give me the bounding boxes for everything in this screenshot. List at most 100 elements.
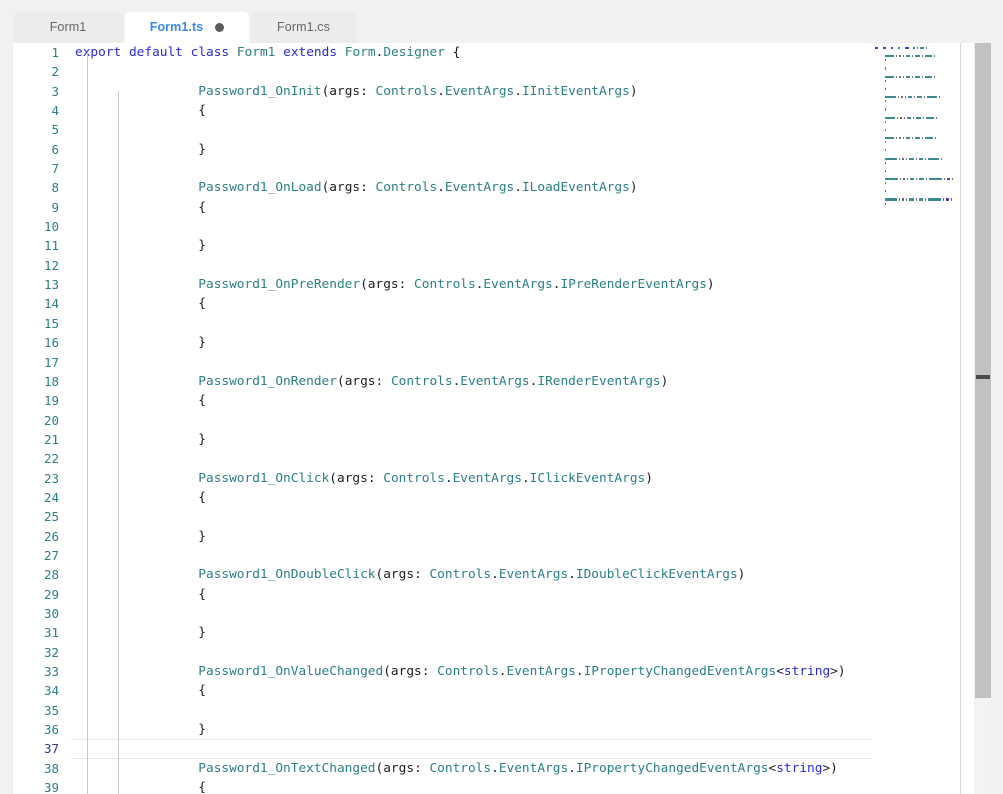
code-token: (: [360, 277, 368, 292]
minimap[interactable]: [871, 43, 974, 794]
code-token: string: [784, 664, 830, 679]
code-indent: [75, 393, 198, 408]
code-line[interactable]: [71, 449, 916, 468]
minimap-token: [885, 121, 886, 123]
minimap-token: [900, 178, 901, 180]
code-token: .: [514, 180, 522, 195]
code-line[interactable]: [71, 217, 916, 236]
code-content-area[interactable]: export default class Form1 extends Form.…: [71, 43, 916, 794]
code-line[interactable]: [71, 62, 916, 81]
code-line[interactable]: Password1_OnDoubleClick(args: Controls.E…: [71, 565, 916, 584]
code-line[interactable]: Password1_OnInit(args: Controls.EventArg…: [71, 82, 916, 101]
code-token: Password1_OnValueChanged: [198, 664, 383, 679]
code-line[interactable]: }: [71, 430, 916, 449]
minimap-token: [885, 100, 886, 102]
code-token: Password1_OnInit: [198, 84, 321, 99]
minimap-line: [875, 202, 973, 206]
code-line[interactable]: [71, 411, 916, 430]
code-line[interactable]: {: [71, 488, 916, 507]
code-token: Controls: [391, 374, 453, 389]
code-indent: [75, 606, 198, 621]
code-indent: [75, 664, 198, 679]
code-indent: [75, 296, 198, 311]
minimap-token: [941, 158, 942, 160]
unsaved-changes-dot-icon[interactable]: [215, 23, 224, 32]
code-line[interactable]: }: [71, 720, 916, 739]
code-line[interactable]: [71, 120, 916, 139]
code-line[interactable]: Password1_OnClick(args: Controls.EventAr…: [71, 469, 916, 488]
code-line[interactable]: Password1_OnTextChanged(args: Controls.E…: [71, 759, 916, 778]
minimap-token: [917, 47, 918, 49]
vertical-scrollbar-thumb[interactable]: [975, 43, 991, 698]
minimap-indent: [875, 129, 883, 130]
code-token: :: [422, 664, 437, 679]
minimap-token: [925, 158, 926, 160]
line-number: 6: [13, 140, 71, 159]
code-token: {: [445, 45, 460, 60]
minimap-space: [888, 48, 889, 49]
code-line[interactable]: [71, 604, 916, 623]
code-token: [275, 45, 283, 60]
minimap-token: [927, 96, 937, 98]
minimap-token: [885, 158, 897, 160]
minimap-indent: [875, 105, 883, 106]
minimap-token: [916, 158, 917, 160]
minimap-token: [916, 198, 917, 200]
code-line[interactable]: [71, 159, 916, 178]
code-token: Controls: [376, 180, 438, 195]
code-indent: [75, 509, 198, 524]
code-line[interactable]: Password1_OnValueChanged(args: Controls.…: [71, 662, 916, 681]
code-line[interactable]: {: [71, 585, 916, 604]
editor-tab-form1-cs[interactable]: Form1.cs: [251, 12, 356, 43]
code-indent: [75, 316, 198, 331]
code-line[interactable]: [71, 701, 916, 720]
vertical-scrollbar[interactable]: [975, 43, 991, 794]
code-token: Form1: [237, 45, 276, 60]
code-indent: [75, 413, 198, 428]
editor-tab-form1-ts[interactable]: Form1.ts: [125, 12, 249, 43]
minimap-indent: [875, 187, 883, 188]
minimap-indent: [875, 101, 883, 102]
minimap-token: [899, 76, 901, 78]
line-number: 7: [13, 159, 71, 178]
minimap-token: [915, 76, 920, 78]
code-line[interactable]: [71, 353, 916, 372]
code-token: Password1_OnDoubleClick: [198, 567, 375, 582]
line-number: 10: [13, 217, 71, 236]
code-line[interactable]: {: [71, 391, 916, 410]
code-token: Password1_OnRender: [198, 374, 337, 389]
code-line[interactable]: [71, 546, 916, 565]
minimap-token: [939, 96, 940, 98]
code-line[interactable]: [71, 643, 916, 662]
code-line[interactable]: Password1_OnLoad(args: Controls.EventArg…: [71, 178, 916, 197]
code-line[interactable]: }: [71, 140, 916, 159]
minimap-token: [897, 117, 898, 119]
editor-shell: 1234567891011121314151617181920212223242…: [13, 43, 974, 794]
minimap-token: [885, 129, 886, 131]
code-line[interactable]: }: [71, 236, 916, 255]
line-number: 25: [13, 507, 71, 526]
code-line[interactable]: {: [71, 198, 916, 217]
code-line[interactable]: {: [71, 778, 916, 794]
code-line[interactable]: Password1_OnRender(args: Controls.EventA…: [71, 372, 916, 391]
code-line[interactable]: {: [71, 101, 916, 120]
code-line[interactable]: Password1_OnPreRender(args: Controls.Eve…: [71, 275, 916, 294]
code-line[interactable]: export default class Form1 extends Form.…: [71, 43, 916, 62]
code-token: .: [568, 761, 576, 776]
editor-tab-form1[interactable]: Form1: [13, 12, 123, 43]
code-line[interactable]: }: [71, 527, 916, 546]
code-token: {: [198, 587, 206, 602]
line-number: 27: [13, 546, 71, 565]
code-line[interactable]: {: [71, 681, 916, 700]
code-line[interactable]: }: [71, 333, 916, 352]
line-number: 38: [13, 759, 71, 778]
code-line[interactable]: [71, 314, 916, 333]
code-line[interactable]: }: [71, 623, 916, 642]
minimap-token: [943, 198, 944, 200]
minimap-token: [899, 158, 900, 160]
code-token: {: [198, 296, 206, 311]
code-line[interactable]: {: [71, 294, 916, 313]
code-line[interactable]: [71, 256, 916, 275]
code-line-current[interactable]: [71, 739, 890, 758]
code-line[interactable]: [71, 507, 916, 526]
